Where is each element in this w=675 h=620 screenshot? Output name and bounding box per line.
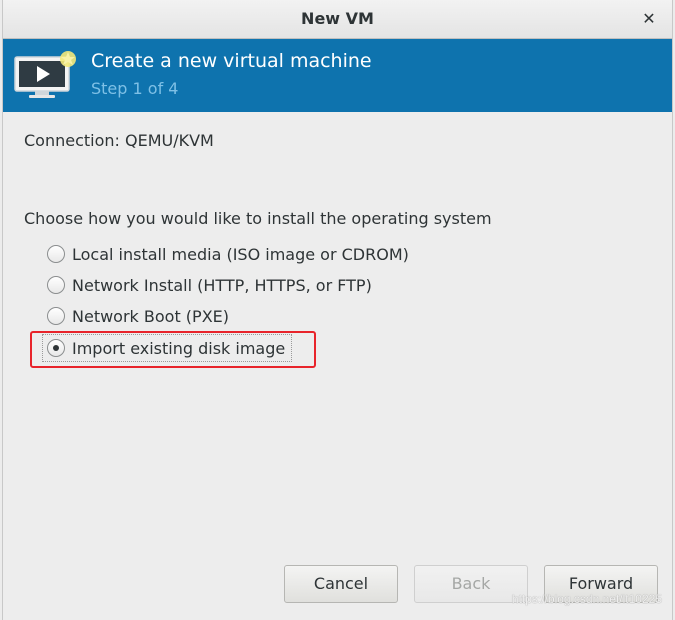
option-network-install[interactable]: Network Install (HTTP, HTTPS, or FTP) xyxy=(47,272,372,298)
new-vm-dialog: New VM ✕ Create a new virtual machine St… xyxy=(2,0,673,620)
option-label: Network Install (HTTP, HTTPS, or FTP) xyxy=(72,275,372,295)
window-title: New VM xyxy=(301,9,374,28)
cancel-button[interactable]: Cancel xyxy=(284,565,398,603)
option-local-install-media[interactable]: Local install media (ISO image or CDROM) xyxy=(47,241,409,267)
option-network-boot[interactable]: Network Boot (PXE) xyxy=(47,303,229,329)
wizard-banner: Create a new virtual machine Step 1 of 4 xyxy=(3,39,672,112)
back-button[interactable]: Back xyxy=(414,565,528,603)
radio-button[interactable] xyxy=(47,276,65,294)
option-label: Network Boot (PXE) xyxy=(72,306,230,326)
connection-label: Connection: QEMU/KVM xyxy=(24,131,214,150)
option-label: Local install media (ISO image or CDROM) xyxy=(72,244,409,264)
radio-button[interactable] xyxy=(47,307,65,325)
wizard-title: Create a new virtual machine xyxy=(91,50,372,72)
wizard-step: Step 1 of 4 xyxy=(91,79,179,98)
close-button[interactable]: ✕ xyxy=(638,8,660,30)
install-method-prompt: Choose how you would like to install the… xyxy=(24,209,492,228)
watermark-text: https://blog.csdn.net/lt10225 xyxy=(511,592,662,606)
monitor-play-icon xyxy=(14,51,76,98)
radio-button[interactable] xyxy=(47,245,65,263)
annotation-highlight-box xyxy=(30,331,316,368)
title-bar: New VM ✕ xyxy=(3,0,672,39)
close-icon: ✕ xyxy=(642,9,656,28)
